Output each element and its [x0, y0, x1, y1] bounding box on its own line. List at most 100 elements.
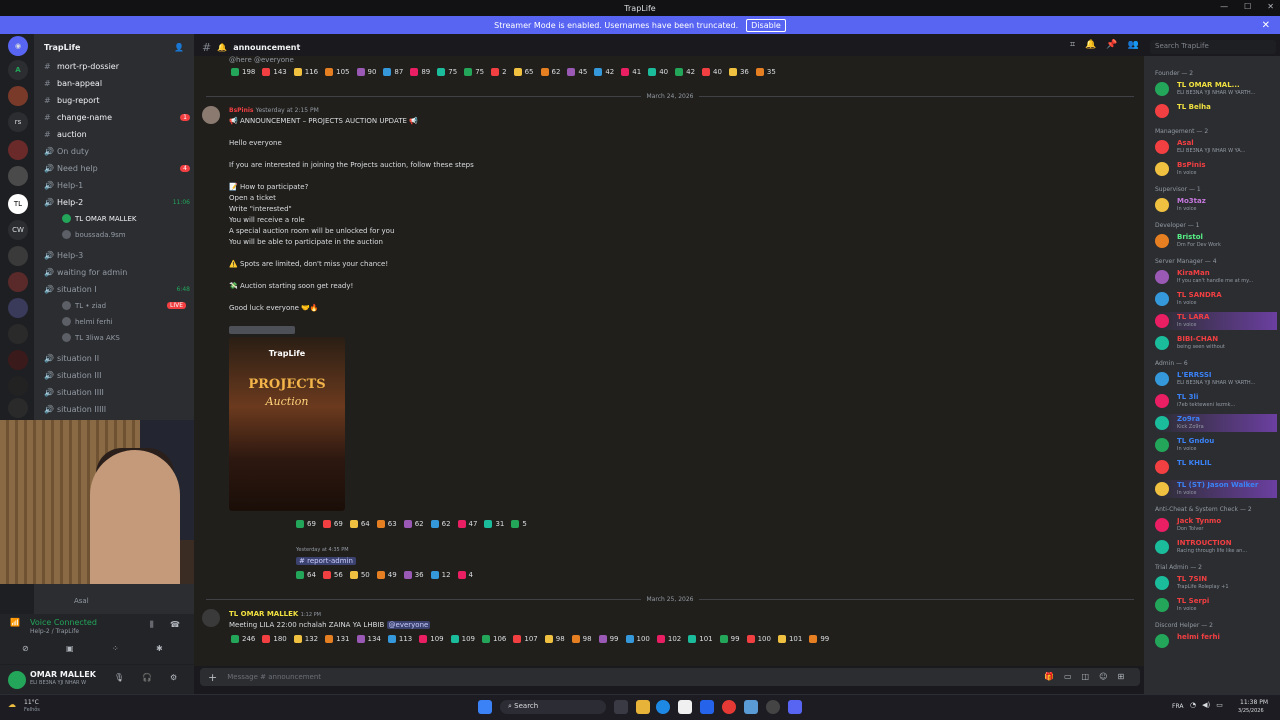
author-name[interactable]: BsPinis Yesterday at 2:15 PM [229, 107, 319, 114]
reaction-chip[interactable]: 116 [293, 68, 318, 76]
member-item[interactable]: Jack Tynmo Don Tolver [1155, 516, 1277, 534]
reaction-chip[interactable]: 107 [513, 635, 538, 643]
member-item[interactable]: TL Serpi In voice [1155, 596, 1277, 614]
voice-channel-help-3[interactable]: 🔊 Help-3 [44, 248, 190, 262]
voice-user[interactable]: Asal [74, 594, 89, 607]
minimize-button[interactable]: — [1220, 2, 1228, 11]
reaction-chip[interactable]: 40 [648, 68, 668, 76]
reaction-chip[interactable]: 99 [809, 635, 829, 643]
voice-channel-situation-4[interactable]: 🔊 situation IIII [44, 385, 190, 399]
reaction-chip[interactable]: 41 [621, 68, 641, 76]
member-item[interactable]: Mo3taz In voice [1155, 196, 1277, 214]
member-item[interactable]: Zo9ra Kick Zo9ra [1155, 414, 1277, 432]
voice-user[interactable]: TL • ziad LIVE [62, 299, 186, 312]
language-indicator[interactable]: FRA [1172, 703, 1183, 710]
member-list-icon[interactable]: 👥 [1128, 40, 1139, 50]
reaction-chip[interactable]: 99 [598, 635, 619, 643]
reaction-chip[interactable]: 109 [450, 635, 475, 643]
reaction-chip[interactable]: 100 [625, 635, 650, 643]
reaction-chip[interactable]: 246 [231, 635, 255, 643]
discord-icon[interactable] [788, 700, 802, 714]
member-item[interactable]: TL LARA In voice [1155, 312, 1277, 330]
channel-mort-rp-dossier[interactable]: # mort-rp-dossier [44, 59, 190, 73]
activity-icon[interactable]: ⁘ [112, 644, 119, 653]
server-header[interactable]: TrapLife 👤 [34, 38, 190, 56]
gift-icon[interactable]: 🎁 [1044, 672, 1054, 681]
member-item[interactable]: TL (ST) Jason Walker In voice [1155, 480, 1277, 498]
reaction-chip[interactable]: 42 [675, 68, 695, 76]
author-avatar[interactable] [202, 609, 220, 627]
reaction-chip[interactable]: 198 [231, 68, 255, 76]
server-icon[interactable] [8, 272, 28, 292]
taskbar-search[interactable]: ⌕ Search [500, 700, 606, 714]
reaction-chip[interactable]: 98 [544, 635, 565, 643]
reaction-chip[interactable]: 109 [419, 635, 444, 643]
voice-channel-help-2[interactable]: 🔊 Help-2 11:06 [44, 195, 190, 209]
reaction-chip[interactable]: 63 [376, 520, 397, 528]
pin-icon[interactable]: 📌 [1106, 40, 1117, 50]
member-item[interactable]: KiraMan If you can't handle me at my... [1155, 268, 1277, 286]
reaction-chip[interactable]: 134 [356, 635, 381, 643]
reaction-chip[interactable]: 4 [457, 571, 473, 579]
voice-channel-need-help[interactable]: 🔊 Need help 4 [44, 161, 190, 175]
member-item[interactable]: BIBI-CHAN being seen without [1155, 334, 1277, 352]
home-icon[interactable]: ◉ [8, 36, 28, 56]
add-attachment-icon[interactable]: + [208, 671, 217, 684]
author-avatar[interactable] [202, 106, 220, 124]
weather-icon[interactable]: ☁ [8, 700, 16, 709]
reaction-chip[interactable]: 36 [403, 571, 424, 579]
notification-bell-icon[interactable]: 🔔 [1085, 40, 1096, 50]
channel-bug-report[interactable]: # bug-report [44, 93, 190, 107]
member-item[interactable]: TL SANDRA In voice [1155, 290, 1277, 308]
close-window-button[interactable]: ✕ [1267, 2, 1274, 11]
voice-channel-situation-1[interactable]: 🔊 situation I 6:48 [44, 282, 190, 296]
settings-gear-icon[interactable]: ⚙ [170, 673, 177, 682]
reaction-chip[interactable]: 62 [540, 68, 560, 76]
reaction-chip[interactable]: 64 [349, 520, 370, 528]
disable-streamer-button[interactable]: Disable [746, 18, 786, 32]
server-icon[interactable] [8, 246, 28, 266]
reaction-chip[interactable]: 31 [484, 520, 504, 528]
reaction-chip[interactable]: 75 [437, 68, 457, 76]
sticker-icon[interactable]: ◫ [1082, 672, 1090, 681]
spoiler-tag[interactable] [229, 326, 295, 334]
screen-share-icon[interactable]: ▣ [66, 644, 74, 653]
member-item[interactable]: BsPinis In voice [1155, 160, 1277, 178]
soundboard-icon[interactable]: ✱ [156, 644, 163, 653]
server-a-icon[interactable]: A [8, 60, 28, 80]
member-item[interactable]: helmi ferhi [1155, 632, 1277, 650]
member-item[interactable]: TL Gndou In voice [1155, 436, 1277, 454]
voice-channel-situation-3[interactable]: 🔊 situation III [44, 368, 190, 382]
reaction-chip[interactable]: 106 [482, 635, 506, 643]
microphone-icon[interactable]: 🎙 [114, 673, 124, 682]
disconnect-icon[interactable]: ☎ [170, 620, 180, 629]
threads-icon[interactable]: ⌗ [1070, 40, 1075, 50]
reaction-chip[interactable]: 69 [296, 520, 316, 528]
reaction-chip[interactable]: 49 [376, 571, 397, 579]
everyone-mention[interactable]: @everyone [386, 621, 431, 629]
camera-off-icon[interactable]: ⊘ [22, 644, 29, 653]
reaction-chip[interactable]: 132 [293, 635, 318, 643]
server-icon[interactable] [8, 86, 28, 106]
reaction-chip[interactable]: 64 [296, 571, 316, 579]
reaction-chip[interactable]: 113 [387, 635, 412, 643]
reaction-chip[interactable]: 65 [513, 68, 534, 76]
voice-user[interactable]: boussada.9sm [62, 228, 126, 241]
auction-poster-image[interactable]: TrapLife PROJECTS Auction [229, 337, 345, 511]
reaction-chip[interactable]: 50 [349, 571, 370, 579]
server-icon[interactable] [8, 166, 28, 186]
member-item[interactable]: L'ERRSSI ELI BE3NA YJI NHAR W YARTH... [1155, 370, 1277, 388]
server-icon[interactable]: rs [8, 112, 28, 132]
message-composer[interactable]: + Message # announcement [200, 668, 1140, 686]
voice-user[interactable]: helmi ferhi [62, 315, 113, 328]
voice-user[interactable]: TL 3liwa AKS [62, 331, 120, 344]
obs-icon[interactable] [766, 700, 780, 714]
chrome-icon[interactable] [722, 700, 736, 714]
voice-channel-situation-5[interactable]: 🔊 situation IIIII [44, 402, 190, 416]
reaction-chip[interactable]: 180 [262, 635, 287, 643]
voice-channel-on-duty[interactable]: 🔊 On duty [44, 144, 190, 158]
member-item[interactable]: TL KHLIL [1155, 458, 1277, 476]
reaction-chip[interactable]: 102 [656, 635, 681, 643]
author-name[interactable]: TL OMAR MALLEK 1:12 PM [229, 610, 321, 618]
reaction-chip[interactable]: 90 [356, 68, 376, 76]
